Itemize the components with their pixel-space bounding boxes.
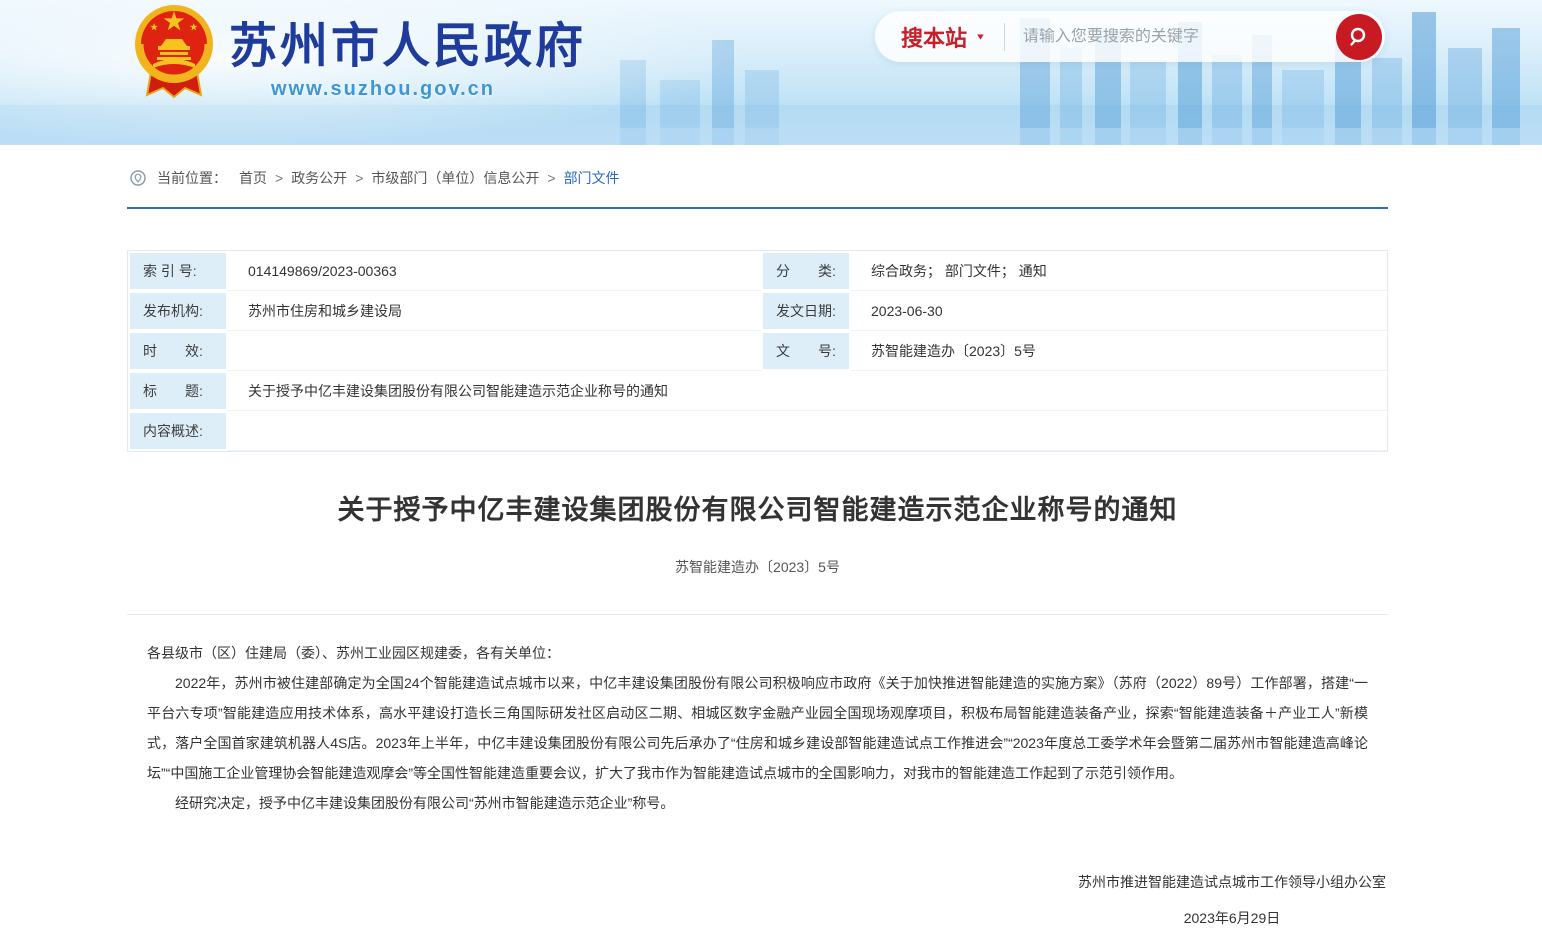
- chevron-down-icon: ▼: [975, 32, 986, 42]
- meta-index-label: 索 引 号:: [128, 251, 228, 291]
- meta-category-label: 分 类:: [761, 251, 851, 291]
- signature-organization: 苏州市推进智能建造试点城市工作领导小组办公室: [1078, 872, 1386, 892]
- meta-validity-value: [228, 331, 761, 371]
- article-paragraph-salutation: 各县级市（区）住建局（委）、苏州工业园区规建委，各有关单位：: [147, 638, 1368, 668]
- meta-summary-label: 内容概述:: [128, 411, 228, 451]
- breadcrumb-home[interactable]: 首页: [239, 168, 267, 188]
- search-scope-dropdown[interactable]: 搜本站 ▼: [901, 21, 986, 53]
- breadcrumb-label: 当前位置：: [157, 168, 227, 188]
- meta-docnum-label: 文 号:: [761, 331, 851, 371]
- signature-date: 2023年6月29日: [1078, 908, 1386, 928]
- breadcrumb-dept-info[interactable]: 市级部门（单位）信息公开: [371, 168, 539, 188]
- meta-index-value: 014149869/2023-00363: [228, 251, 761, 291]
- breadcrumb-separator: >: [275, 170, 283, 186]
- search-divider: [1004, 23, 1005, 51]
- breadcrumb-gov-info[interactable]: 政务公开: [291, 168, 347, 188]
- meta-title-value: 关于授予中亿丰建设集团股份有限公司智能建造示范企业称号的通知: [228, 371, 1387, 411]
- search-scope-label: 搜本站: [901, 21, 967, 53]
- national-emblem-logo: [133, 2, 215, 99]
- meta-validity-label: 时 效:: [128, 331, 228, 371]
- article-paragraph-decision: 经研究决定，授予中亿丰建设集团股份有限公司“苏州市智能建造示范企业”称号。: [147, 788, 1368, 818]
- location-pin-icon: [130, 170, 146, 186]
- article-body: 各县级市（区）住建局（委）、苏州工业园区规建委，各有关单位： 2022年，苏州市…: [127, 638, 1388, 818]
- article-paragraph-main: 2022年，苏州市被住建部确定为全国24个智能建造试点城市以来，中亿丰建设集团股…: [147, 668, 1368, 788]
- breadcrumb-separator: >: [547, 170, 555, 186]
- breadcrumb: 当前位置： 首页 > 政务公开 > 市级部门（单位）信息公开 > 部门文件: [127, 168, 1388, 209]
- article-document-number: 苏智能建造办〔2023〕5号: [127, 557, 1388, 577]
- site-header: 苏州市人民政府 www.suzhou.gov.cn 搜本站 ▼: [0, 0, 1542, 145]
- meta-date-value: 2023-06-30: [851, 291, 1387, 331]
- signature-block: 苏州市推进智能建造试点城市工作领导小组办公室 2023年6月29日: [127, 872, 1388, 928]
- search-input[interactable]: [1023, 28, 1336, 46]
- document-meta-table: 索 引 号: 014149869/2023-00363 分 类: 综合政务； 部…: [127, 250, 1388, 452]
- page-content: 当前位置： 首页 > 政务公开 > 市级部门（单位）信息公开 > 部门文件 索 …: [127, 168, 1388, 928]
- meta-category-value: 综合政务； 部门文件； 通知: [851, 251, 1387, 291]
- search-bar: 搜本站 ▼: [875, 11, 1385, 62]
- site-title: 苏州市人民政府: [229, 6, 586, 76]
- site-url: www.suzhou.gov.cn: [271, 78, 586, 101]
- article-divider: [127, 614, 1388, 615]
- meta-date-label: 发文日期:: [761, 291, 851, 331]
- breadcrumb-current[interactable]: 部门文件: [564, 168, 620, 188]
- meta-publisher-label: 发布机构:: [128, 291, 228, 331]
- article-title: 关于授予中亿丰建设集团股份有限公司智能建造示范企业称号的通知: [127, 488, 1388, 527]
- meta-docnum-value: 苏智能建造办〔2023〕5号: [851, 331, 1387, 371]
- site-brand: 苏州市人民政府 www.suzhou.gov.cn: [133, 0, 586, 101]
- meta-publisher-value: 苏州市住房和城乡建设局: [228, 291, 761, 331]
- meta-summary-value: [228, 411, 1387, 451]
- breadcrumb-separator: >: [355, 170, 363, 186]
- search-icon: [1348, 26, 1370, 48]
- search-button[interactable]: [1336, 14, 1382, 60]
- meta-title-label: 标 题:: [128, 371, 228, 411]
